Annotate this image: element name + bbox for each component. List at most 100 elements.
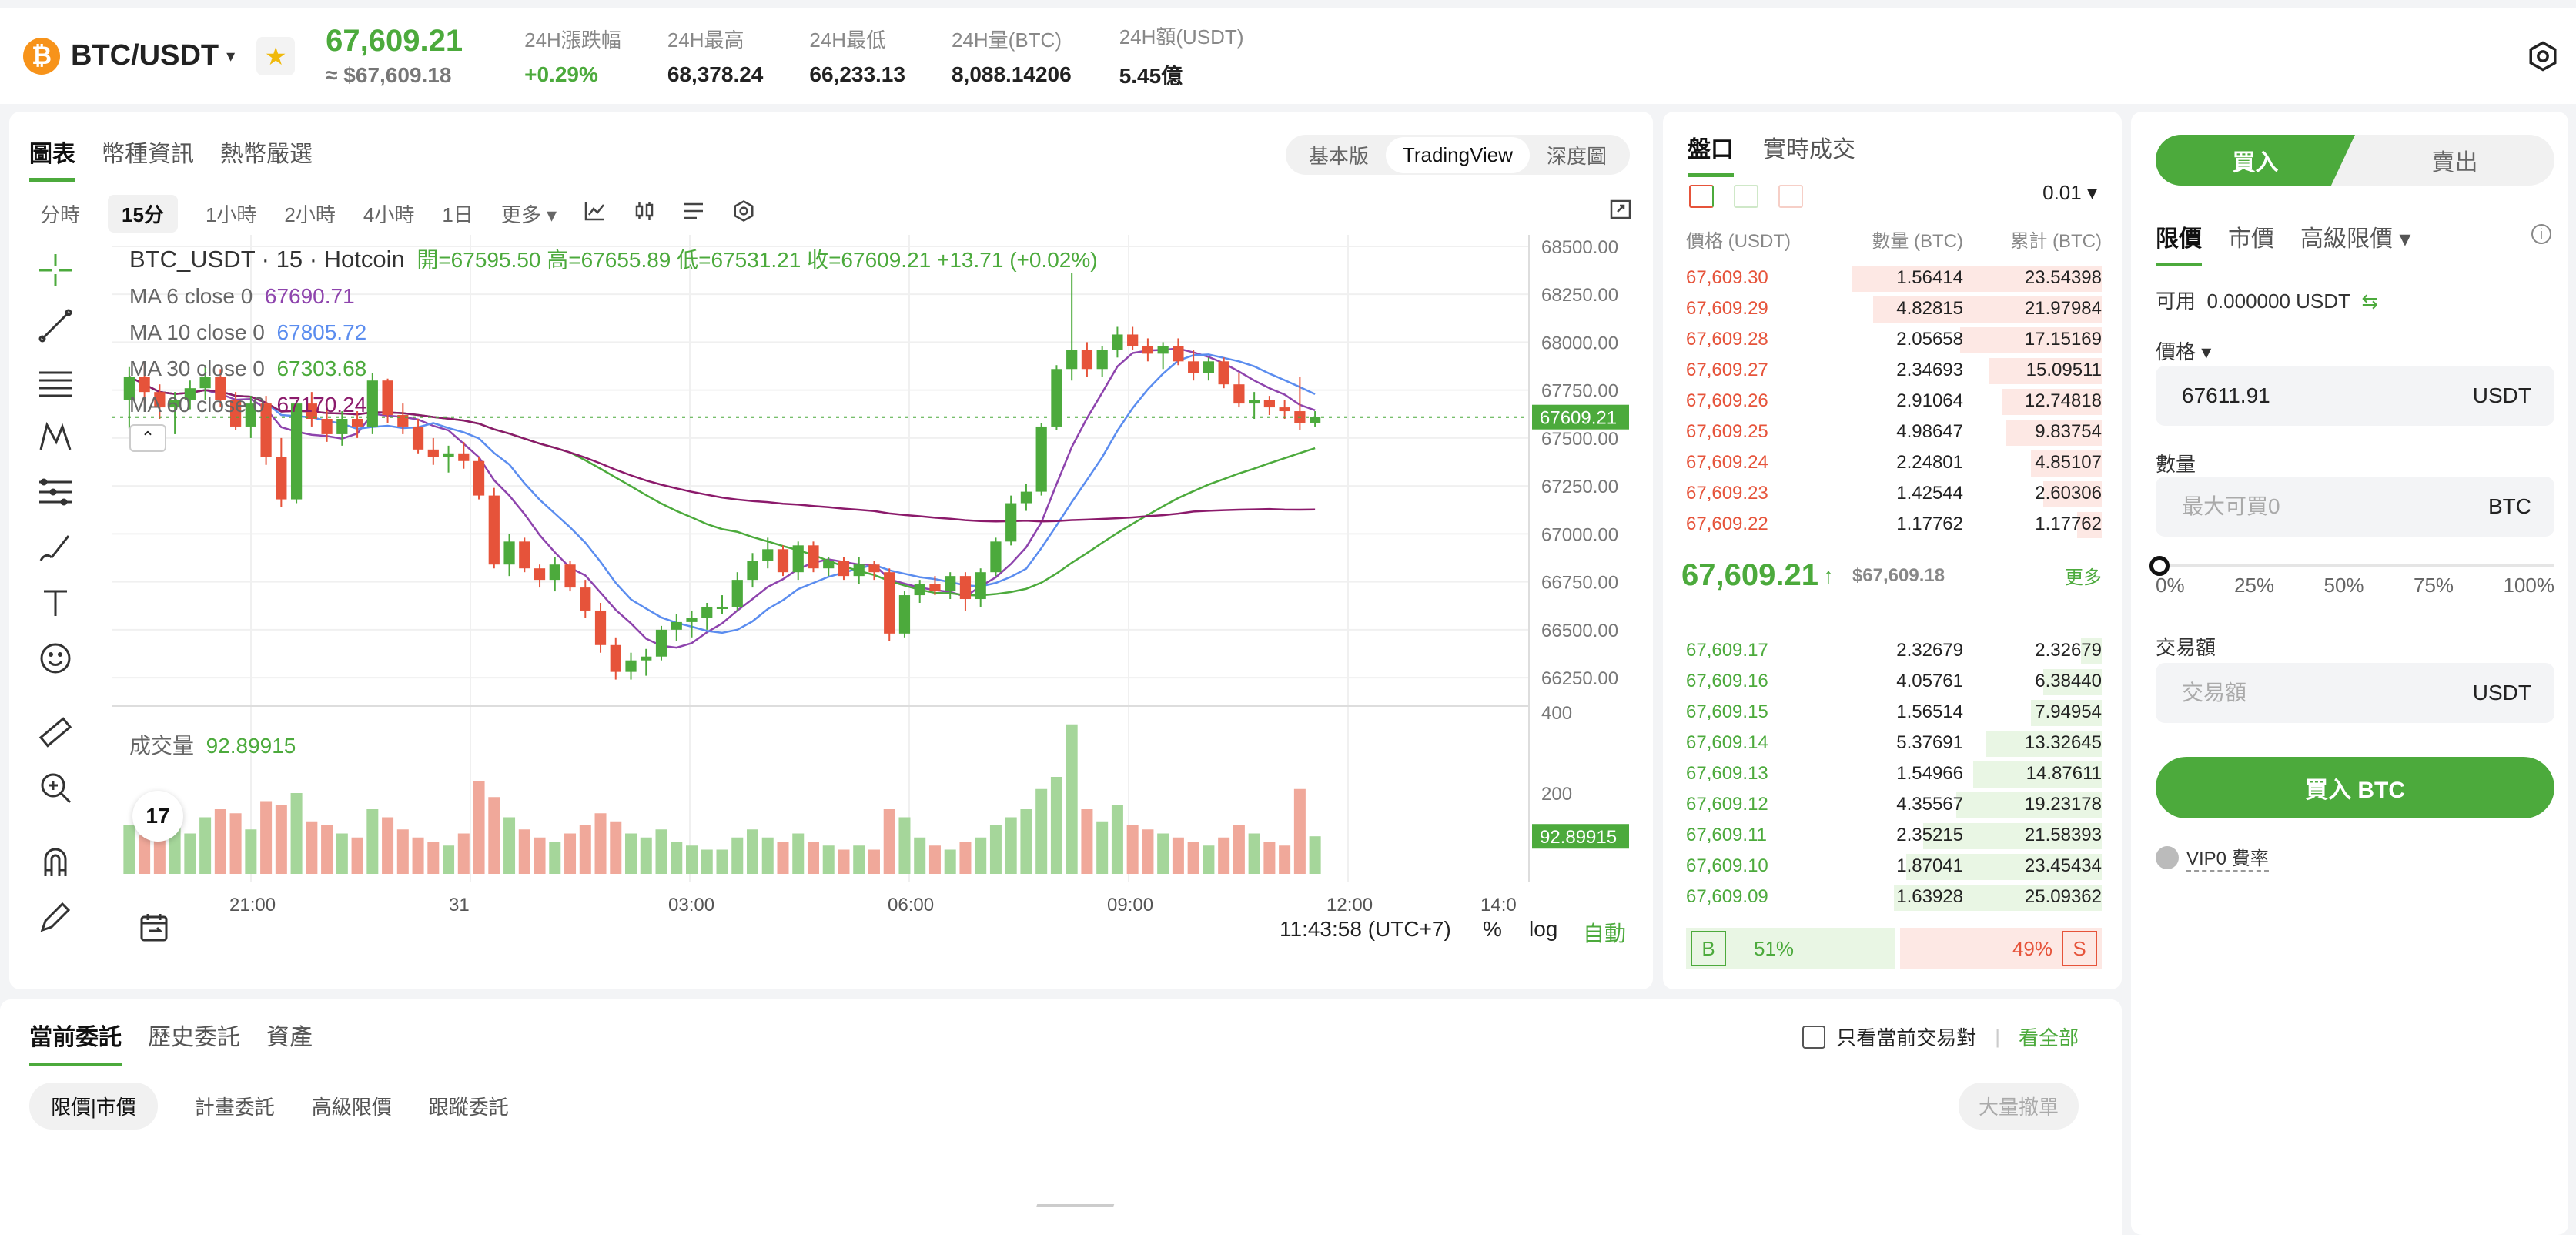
ask-row[interactable]: 67,609.24 2.24801 4.85107	[1686, 447, 2102, 478]
zoom-in-icon[interactable]	[32, 760, 79, 815]
tab-assets[interactable]: 資產	[266, 1018, 313, 1066]
transfer-icon[interactable]: ⇆	[2361, 290, 2378, 313]
tf-1h[interactable]: 1小時	[206, 199, 256, 228]
bid-row[interactable]: 67,609.16 4.05761 6.38440	[1686, 666, 2102, 697]
tf-time[interactable]: 分時	[40, 199, 80, 228]
auto-toggle[interactable]: 自動	[1583, 917, 1626, 948]
subtab-limit-market[interactable]: 限價|市價	[29, 1083, 158, 1130]
tab-limit[interactable]: 限價	[2156, 219, 2202, 266]
bid-row[interactable]: 67,609.10 1.87041 23.45434	[1686, 851, 2102, 882]
magnet-icon[interactable]	[32, 834, 79, 889]
star-icon[interactable]: ★	[256, 36, 296, 75]
ask-row[interactable]: 67,609.30 1.56414 23.54398	[1686, 263, 2102, 293]
tf-more[interactable]: 更多 ▾	[501, 199, 557, 228]
line-chart-icon[interactable]	[584, 201, 606, 226]
view-basic[interactable]: 基本版	[1292, 135, 1386, 176]
tab-market[interactable]: 市價	[2228, 219, 2274, 266]
fib-icon[interactable]	[32, 464, 79, 520]
bid-row[interactable]: 67,609.11 2.35215 21.58393	[1686, 820, 2102, 851]
info-icon[interactable]: i	[2531, 224, 2551, 244]
price-label[interactable]: 價格 ▾	[2156, 336, 2211, 365]
bid-row[interactable]: 67,609.13 1.54966 14.87611	[1686, 758, 2102, 789]
precision-select[interactable]: 0.01 ▾	[2042, 181, 2097, 205]
view-depth[interactable]: 深度圖	[1530, 135, 1624, 176]
subtab-trailing[interactable]: 跟蹤委託	[429, 1092, 509, 1120]
bid-row[interactable]: 67,609.17 2.32679 2.32679	[1686, 635, 2102, 666]
ask-row[interactable]: 67,609.22 1.17762 1.17762	[1686, 509, 2102, 540]
ask-row[interactable]: 67,609.27 2.34693 15.09511	[1686, 355, 2102, 386]
tf-4h[interactable]: 4小時	[363, 199, 414, 228]
total-input[interactable]	[2182, 681, 2473, 705]
ask-row[interactable]: 67,609.28 2.05658 17.15169	[1686, 324, 2102, 355]
tab-trades[interactable]: 實時成交	[1763, 130, 1855, 177]
vip-fee-link[interactable]: VIP0 費率	[2156, 843, 2269, 872]
horizontal-lines-icon[interactable]	[32, 353, 79, 409]
tab-advanced-limit[interactable]: 高級限價 ▾	[2300, 219, 2410, 266]
ask-row[interactable]: 67,609.25 4.98647 9.83754	[1686, 417, 2102, 447]
crosshair-icon[interactable]	[32, 243, 79, 298]
bid-row[interactable]: 67,609.12 4.35567 19.23178	[1686, 789, 2102, 820]
book-view-both-icon[interactable]	[1689, 185, 1714, 208]
fullscreen-icon[interactable]	[1610, 199, 1631, 223]
buy-btc-button[interactable]: 買入 BTC	[2156, 757, 2554, 818]
total-field[interactable]: USDT	[2156, 663, 2554, 723]
amount-field[interactable]: BTC	[2156, 477, 2554, 537]
volume-bar	[989, 825, 1002, 874]
subtab-advanced[interactable]: 高級限價	[312, 1092, 392, 1120]
pct-25[interactable]: 25%	[2234, 574, 2274, 597]
tab-hot-coins[interactable]: 熱幣嚴選	[220, 135, 313, 182]
tab-order-history[interactable]: 歷史委託	[148, 1018, 240, 1066]
bid-row[interactable]: 67,609.09 1.63928 25.09362	[1686, 882, 2102, 912]
lock-pencil-icon[interactable]	[32, 889, 79, 945]
ask-row[interactable]: 67,609.26 2.91064 12.74818	[1686, 386, 2102, 417]
pct-50[interactable]: 50%	[2324, 574, 2364, 597]
bid-row[interactable]: 67,609.15 1.56514 7.94954	[1686, 697, 2102, 728]
ask-row[interactable]: 67,609.23 1.42544 2.60306	[1686, 478, 2102, 509]
percent-toggle[interactable]: %	[1483, 917, 1502, 942]
only-current-checkbox[interactable]	[1802, 1025, 1826, 1049]
ruler-icon[interactable]	[32, 705, 79, 760]
candle-body	[1218, 361, 1229, 385]
pattern-icon[interactable]	[32, 409, 79, 464]
stat-label: 24H最低	[809, 28, 887, 52]
subtab-plan[interactable]: 計畫委託	[195, 1092, 275, 1120]
tf-1d[interactable]: 1日	[442, 199, 473, 228]
tf-2h[interactable]: 2小時	[284, 199, 335, 228]
tab-coin-info[interactable]: 幣種資訊	[102, 135, 194, 182]
tab-open-orders[interactable]: 當前委託	[29, 1018, 122, 1066]
text-tool-icon[interactable]	[32, 575, 79, 631]
volume-bar	[473, 781, 485, 874]
bid-row[interactable]: 67,609.14 5.37691 13.32645	[1686, 728, 2102, 758]
trendline-icon[interactable]	[32, 298, 79, 353]
chart-settings-icon[interactable]	[732, 199, 755, 228]
price-input[interactable]	[2182, 383, 2473, 408]
log-toggle[interactable]: log	[1529, 917, 1557, 942]
symbol-selector[interactable]: ₿ BTC/USDT ▾	[23, 37, 235, 75]
settings-icon[interactable]	[2527, 40, 2559, 76]
sell-ratio-value: 49%	[2012, 936, 2052, 960]
view-all-link[interactable]: 看全部	[2019, 1022, 2079, 1051]
candles-icon[interactable]	[634, 200, 655, 227]
pct-75[interactable]: 75%	[2414, 574, 2454, 597]
price-field[interactable]: USDT	[2156, 366, 2554, 426]
ask-price: 67,609.27	[1686, 360, 1768, 380]
book-view-asks-icon[interactable]	[1778, 185, 1803, 208]
tab-chart[interactable]: 圖表	[29, 135, 75, 182]
collapse-legend-button[interactable]: ⌃	[129, 424, 166, 452]
buy-tab[interactable]: 買入	[2156, 135, 2355, 186]
tab-orderbook[interactable]: 盤口	[1688, 130, 1734, 177]
sell-tab[interactable]: 賣出	[2355, 135, 2554, 186]
calendar-icon[interactable]	[139, 912, 169, 949]
ask-row[interactable]: 67,609.29 4.82815 21.97984	[1686, 293, 2102, 324]
pct-0[interactable]: 0%	[2156, 574, 2185, 597]
tf-15m[interactable]: 15分	[108, 195, 178, 233]
more-link[interactable]: 更多	[2065, 562, 2102, 589]
cancel-all-button[interactable]: 大量撤單	[1958, 1083, 2079, 1130]
emoji-icon[interactable]	[32, 631, 79, 686]
indicators-icon[interactable]	[683, 202, 704, 226]
view-tradingview[interactable]: TradingView	[1385, 136, 1530, 173]
book-view-bids-icon[interactable]	[1734, 185, 1758, 208]
amount-input[interactable]	[2182, 494, 2488, 519]
brush-icon[interactable]	[32, 520, 79, 575]
pct-100[interactable]: 100%	[2503, 574, 2554, 597]
